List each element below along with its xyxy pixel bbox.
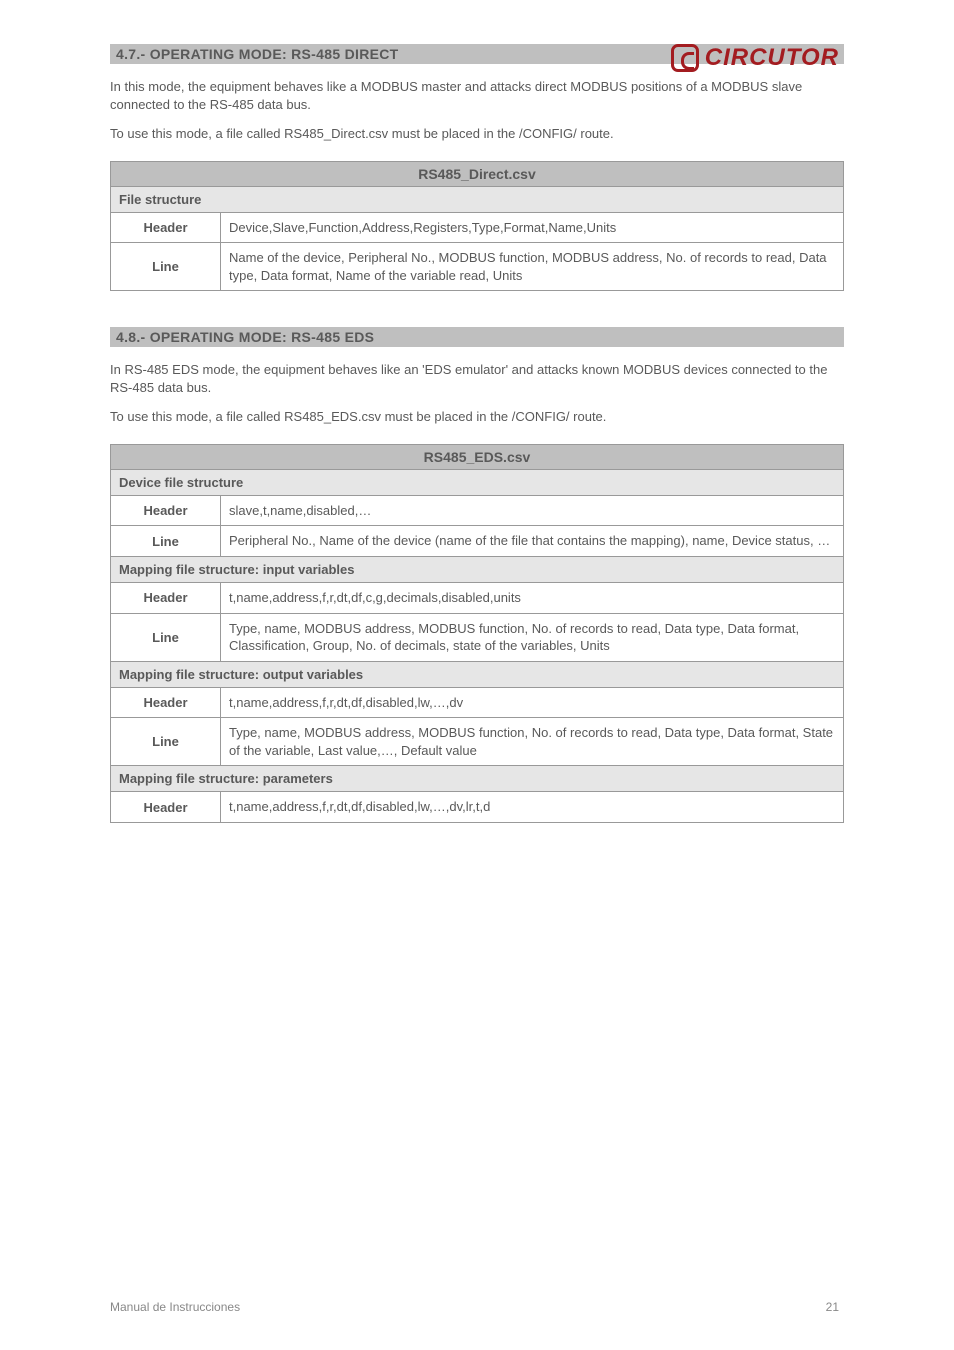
paragraph: To use this mode, a file called RS485_ED… <box>110 408 844 426</box>
table-title: RS485_Direct.csv <box>111 161 844 186</box>
cell-val: t,name,address,f,r,dt,df,disabled,lw,…,d… <box>221 792 844 823</box>
table-subheading: File structure <box>111 186 844 212</box>
cell-key: Line <box>111 718 221 766</box>
cell-key: Line <box>111 613 221 661</box>
table-subheading: Mapping file structure: parameters <box>111 766 844 792</box>
table-subheading: Device file structure <box>111 469 844 495</box>
cell-key: Header <box>111 212 221 243</box>
table-subheading: Mapping file structure: input variables <box>111 557 844 583</box>
cell-key: Line <box>111 243 221 291</box>
logo-text: CIRCUTOR <box>705 44 839 72</box>
cell-key: Header <box>111 495 221 526</box>
cell-key: Header <box>111 583 221 614</box>
brand-logo: CIRCUTOR <box>671 44 839 72</box>
table-row: Header Device,Slave,Function,Address,Reg… <box>111 212 844 243</box>
cell-val: Type, name, MODBUS address, MODBUS funct… <box>221 718 844 766</box>
section-heading-rs485-eds: 4.8.- OPERATING MODE: RS-485 EDS <box>110 327 844 347</box>
footer-page-number: 21 <box>826 1300 839 1314</box>
table-row: Header t,name,address,f,r,dt,df,disabled… <box>111 687 844 718</box>
footer-manual-name: Manual de Instrucciones <box>110 1300 240 1314</box>
table-row: Line Peripheral No., Name of the device … <box>111 526 844 557</box>
cell-val: Device,Slave,Function,Address,Registers,… <box>221 212 844 243</box>
cell-val: Name of the device, Peripheral No., MODB… <box>221 243 844 291</box>
table-rs485-direct: RS485_Direct.csv File structure Header D… <box>110 161 844 292</box>
paragraph: In this mode, the equipment behaves like… <box>110 78 844 113</box>
paragraph: In RS-485 EDS mode, the equipment behave… <box>110 361 844 396</box>
cell-key: Header <box>111 687 221 718</box>
table-row: Line Name of the device, Peripheral No.,… <box>111 243 844 291</box>
cell-val: t,name,address,f,r,dt,df,c,g,decimals,di… <box>221 583 844 614</box>
table-title: RS485_EDS.csv <box>111 444 844 469</box>
cell-key: Header <box>111 792 221 823</box>
table-row: Header t,name,address,f,r,dt,df,disabled… <box>111 792 844 823</box>
cell-val: Peripheral No., Name of the device (name… <box>221 526 844 557</box>
table-rs485-eds: RS485_EDS.csv Device file structure Head… <box>110 444 844 823</box>
cell-val: t,name,address,f,r,dt,df,disabled,lw,…,d… <box>221 687 844 718</box>
table-row: Line Type, name, MODBUS address, MODBUS … <box>111 613 844 661</box>
logo-mark-icon <box>671 44 699 72</box>
table-row: Header t,name,address,f,r,dt,df,c,g,deci… <box>111 583 844 614</box>
cell-key: Line <box>111 526 221 557</box>
table-subheading: Mapping file structure: output variables <box>111 661 844 687</box>
paragraph: To use this mode, a file called RS485_Di… <box>110 125 844 143</box>
table-row: Header slave,t,name,disabled,… <box>111 495 844 526</box>
cell-val: slave,t,name,disabled,… <box>221 495 844 526</box>
cell-val: Type, name, MODBUS address, MODBUS funct… <box>221 613 844 661</box>
table-row: Line Type, name, MODBUS address, MODBUS … <box>111 718 844 766</box>
